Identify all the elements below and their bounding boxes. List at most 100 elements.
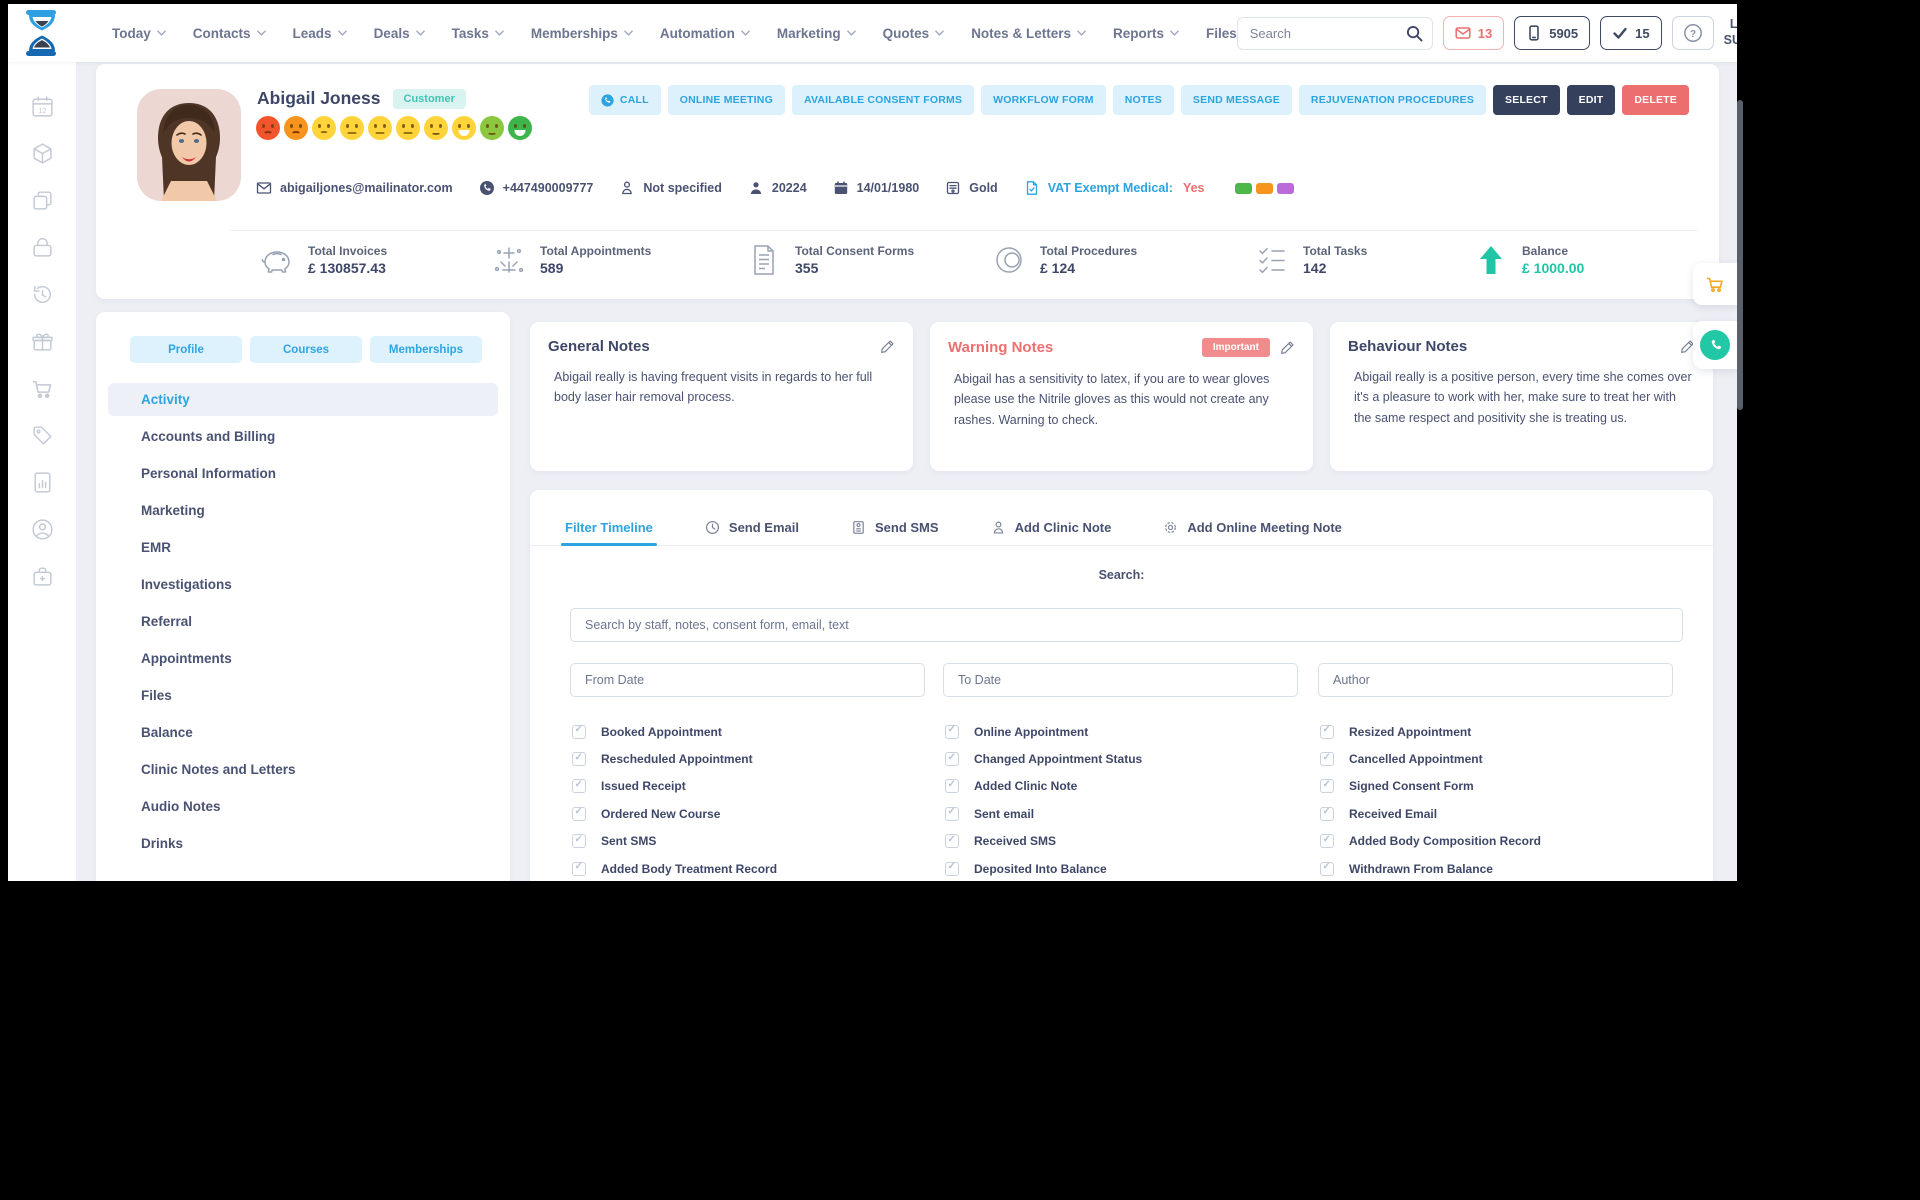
filter-checkbox-row[interactable]: Added Clinic Note bbox=[945, 773, 1315, 800]
profile-section-item[interactable]: Audio Notes bbox=[108, 790, 498, 823]
profile-section-item[interactable]: Investigations bbox=[108, 568, 498, 601]
copy-icon[interactable] bbox=[30, 188, 55, 213]
profile-section-item[interactable]: Balance bbox=[108, 716, 498, 749]
nav-item[interactable]: Memberships bbox=[531, 26, 633, 41]
checkbox-icon[interactable] bbox=[572, 724, 586, 739]
profile-section-item[interactable]: Accounts and Billing bbox=[108, 420, 498, 453]
calendar-icon[interactable]: 12 bbox=[30, 94, 55, 119]
checkbox-icon[interactable] bbox=[1320, 724, 1334, 739]
nav-item[interactable]: Automation bbox=[660, 26, 750, 41]
tab-memberships[interactable]: Memberships bbox=[370, 336, 482, 363]
nav-item[interactable]: Quotes bbox=[883, 26, 945, 41]
profile-section-item[interactable]: Clinic Notes and Letters bbox=[108, 753, 498, 786]
floating-phone-button[interactable] bbox=[1693, 321, 1737, 369]
tab-filter-timeline[interactable]: Filter Timeline bbox=[561, 510, 657, 546]
to-date-input[interactable] bbox=[943, 663, 1298, 697]
profile-section-item[interactable]: Appointments bbox=[108, 642, 498, 675]
briefcase-icon[interactable] bbox=[30, 564, 55, 589]
profile-section-item[interactable]: Marketing bbox=[108, 494, 498, 527]
mood-face-icon[interactable] bbox=[396, 116, 420, 140]
nav-item[interactable]: Files bbox=[1206, 26, 1237, 41]
checkbox-icon[interactable] bbox=[945, 779, 959, 794]
nav-item[interactable]: Deals bbox=[374, 26, 425, 41]
checkbox-icon[interactable] bbox=[945, 806, 959, 821]
from-date-input[interactable] bbox=[570, 663, 925, 697]
workflow-form-button[interactable]: WORKFLOW FORM bbox=[981, 85, 1106, 115]
call-button[interactable]: CALL bbox=[588, 85, 661, 115]
mood-face-icon[interactable] bbox=[452, 116, 476, 140]
search-input[interactable] bbox=[1236, 16, 1433, 50]
tab-add-online-meeting-note[interactable]: Add Online Meeting Note bbox=[1163, 510, 1342, 546]
mood-face-icon[interactable] bbox=[256, 116, 280, 140]
filter-checkbox-row[interactable]: Withdrawn From Balance bbox=[1320, 855, 1690, 881]
online-meeting-button[interactable]: ONLINE MEETING bbox=[667, 85, 785, 115]
color-tag-chip[interactable] bbox=[1234, 182, 1252, 194]
email-item[interactable]: abigailjones@mailinator.com bbox=[256, 180, 453, 196]
filter-checkbox-row[interactable]: Added Body Treatment Record bbox=[572, 855, 942, 881]
filter-checkbox-row[interactable]: Cancelled Appointment bbox=[1320, 745, 1690, 772]
filter-checkbox-row[interactable]: Sent email bbox=[945, 800, 1315, 827]
checkbox-icon[interactable] bbox=[1320, 834, 1334, 849]
mood-face-icon[interactable] bbox=[508, 116, 532, 140]
edit-pencil-icon[interactable] bbox=[880, 339, 895, 354]
filter-checkbox-row[interactable]: Issued Receipt bbox=[572, 773, 942, 800]
filter-checkbox-row[interactable]: Changed Appointment Status bbox=[945, 745, 1315, 772]
checkbox-icon[interactable] bbox=[572, 779, 586, 794]
profile-section-item[interactable]: Referral bbox=[108, 605, 498, 638]
checkbox-icon[interactable] bbox=[945, 861, 959, 876]
tab-add-clinic-note[interactable]: Add Clinic Note bbox=[991, 510, 1111, 546]
filter-checkbox-row[interactable]: Online Appointment bbox=[945, 718, 1315, 745]
vat-exempt-item[interactable]: VAT Exempt Medical: Yes bbox=[1024, 180, 1205, 196]
floating-cart-button[interactable] bbox=[1693, 263, 1737, 305]
profile-section-item[interactable]: Activity bbox=[108, 383, 498, 416]
nav-item[interactable]: Marketing bbox=[777, 26, 856, 41]
notes-button[interactable]: NOTES bbox=[1112, 85, 1174, 115]
nav-item[interactable]: Reports bbox=[1113, 26, 1179, 41]
edit-button[interactable]: EDIT bbox=[1566, 85, 1616, 115]
tag-icon[interactable] bbox=[30, 423, 55, 448]
messages-badge[interactable]: 13 bbox=[1442, 16, 1505, 50]
nav-item[interactable]: Leads bbox=[293, 26, 347, 41]
checkbox-icon[interactable] bbox=[572, 834, 586, 849]
rejuvenation-procedures-button[interactable]: REJUVENATION PROCEDURES bbox=[1298, 85, 1487, 115]
available-consent-forms-button[interactable]: AVAILABLE CONSENT FORMS bbox=[791, 85, 975, 115]
checkbox-icon[interactable] bbox=[1320, 861, 1334, 876]
nav-item[interactable]: Today bbox=[112, 26, 166, 41]
delete-button[interactable]: DELETE bbox=[1622, 85, 1689, 115]
mood-face-icon[interactable] bbox=[284, 116, 308, 140]
filter-checkbox-row[interactable]: Received Email bbox=[1320, 800, 1690, 827]
help-button[interactable]: ? bbox=[1671, 16, 1714, 50]
basket-icon[interactable] bbox=[30, 235, 55, 260]
window-scrollbar[interactable] bbox=[1737, 100, 1743, 410]
tab-send-email[interactable]: Send Email bbox=[705, 510, 799, 546]
search-icon[interactable] bbox=[1406, 25, 1423, 42]
filter-checkbox-row[interactable]: Booked Appointment bbox=[572, 718, 942, 745]
edit-pencil-icon[interactable] bbox=[1280, 340, 1295, 355]
mood-face-icon[interactable] bbox=[424, 116, 448, 140]
profile-photo[interactable] bbox=[137, 89, 241, 201]
nav-item[interactable]: Contacts bbox=[193, 26, 266, 41]
filter-checkbox-row[interactable]: Deposited Into Balance bbox=[945, 855, 1315, 881]
filter-checkbox-row[interactable]: Ordered New Course bbox=[572, 800, 942, 827]
tab-courses[interactable]: Courses bbox=[250, 336, 362, 363]
filter-checkbox-row[interactable]: Received SMS bbox=[945, 828, 1315, 855]
filter-checkbox-row[interactable]: Resized Appointment bbox=[1320, 718, 1690, 745]
filter-checkbox-row[interactable]: Rescheduled Appointment bbox=[572, 745, 942, 772]
checkbox-icon[interactable] bbox=[572, 806, 586, 821]
user-circle-icon[interactable] bbox=[30, 517, 55, 542]
nav-item[interactable]: Notes & Letters bbox=[971, 26, 1086, 41]
timeline-search-input[interactable] bbox=[570, 608, 1683, 642]
checkbox-icon[interactable] bbox=[1320, 752, 1334, 767]
profile-section-item[interactable]: EMR bbox=[108, 531, 498, 564]
profile-section-item[interactable]: Files bbox=[108, 679, 498, 712]
checkbox-icon[interactable] bbox=[572, 752, 586, 767]
package-icon[interactable] bbox=[30, 141, 55, 166]
tasks-badge[interactable]: 15 bbox=[1600, 16, 1662, 50]
app-logo-hourglass-icon[interactable] bbox=[20, 9, 64, 57]
color-tag-chip[interactable] bbox=[1255, 182, 1273, 194]
mood-face-icon[interactable] bbox=[368, 116, 392, 140]
profile-section-item[interactable]: Personal Information bbox=[108, 457, 498, 490]
mood-face-icon[interactable] bbox=[480, 116, 504, 140]
phone-item[interactable]: +447490009777 bbox=[479, 180, 593, 196]
profile-section-item[interactable]: Drinks bbox=[108, 827, 498, 860]
